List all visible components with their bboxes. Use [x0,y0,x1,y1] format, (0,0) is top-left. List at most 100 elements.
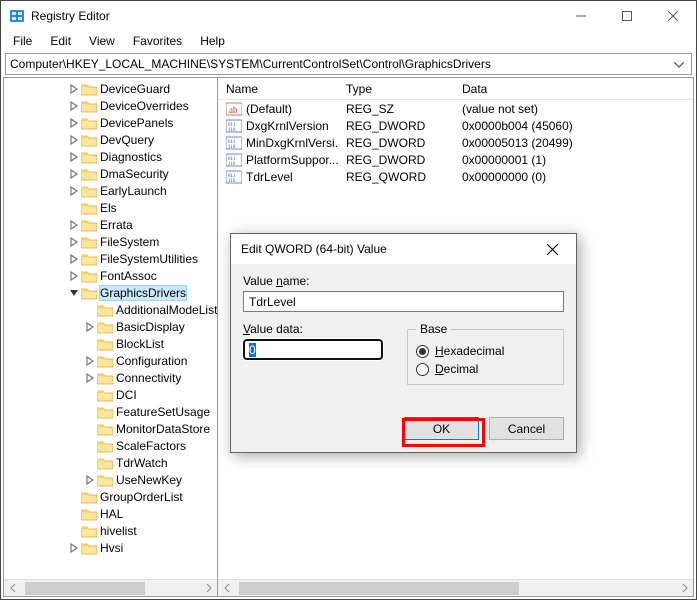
scrollbar-thumb[interactable] [25,582,145,595]
menu-favorites[interactable]: Favorites [125,32,190,50]
folder-icon [81,82,97,96]
menu-view[interactable]: View [81,32,123,50]
tree[interactable]: DeviceGuard DeviceOverridesDevicePanelsDe… [4,78,217,579]
value-name: TdrLevel [246,170,293,184]
chevron-right-icon[interactable] [68,270,80,282]
tree-item[interactable]: Diagnostics [4,148,217,165]
tree-item[interactable]: BasicDisplay [4,318,217,335]
scroll-right-icon[interactable] [200,580,217,597]
tree-item[interactable]: GroupOrderList [4,488,217,505]
tree-item[interactable]: DevQuery [4,131,217,148]
chevron-right-icon[interactable] [84,321,96,333]
radio-decimal[interactable]: Decimal [416,362,555,376]
value-name: (Default) [246,102,292,116]
menu-file[interactable]: File [5,32,40,50]
address-dropdown-icon[interactable] [671,57,687,71]
tree-item[interactable]: FontAssoc [4,267,217,284]
chevron-right-icon[interactable] [84,355,96,367]
chevron-right-icon[interactable] [68,83,80,95]
ok-button[interactable]: OK [404,417,479,440]
chevron-right-icon[interactable] [68,219,80,231]
chevron-down-icon[interactable] [68,287,80,299]
tree-item[interactable]: GraphicsDrivers [4,284,217,301]
col-header-type[interactable]: Type [338,78,454,99]
radio-icon[interactable] [416,345,429,358]
col-header-data[interactable]: Data [454,78,693,99]
folder-icon [81,167,97,181]
scroll-right-icon[interactable] [676,580,693,597]
regedit-icon [9,8,25,24]
chevron-right-icon[interactable] [68,100,80,112]
tree-item[interactable]: Configuration [4,352,217,369]
scrollbar-thumb[interactable] [239,582,519,595]
value-row[interactable]: (Default)REG_SZ(value not set) [218,100,693,117]
tree-item[interactable]: TdrWatch [4,454,217,471]
value-name-input[interactable] [243,291,564,312]
tree-item[interactable]: ScaleFactors [4,437,217,454]
list-horizontal-scrollbar[interactable] [218,579,693,596]
tree-item[interactable]: Errata [4,216,217,233]
folder-icon [81,99,97,113]
value-row[interactable]: DxgKrnlVersionREG_DWORD0x0000b004 (45060… [218,117,693,134]
tree-item[interactable]: EarlyLaunch [4,182,217,199]
tree-item[interactable]: Hvsi [4,539,217,556]
folder-icon [97,354,113,368]
tree-item[interactable]: DeviceOverrides [4,97,217,114]
radio-hexadecimal[interactable]: Hexadecimal [416,344,555,358]
chevron-right-icon[interactable] [84,474,96,486]
minimize-button[interactable] [558,1,604,31]
value-data-input[interactable] [243,339,383,360]
scroll-left-icon[interactable] [4,580,21,597]
menu-help[interactable]: Help [192,32,233,50]
binary-value-icon [226,136,242,150]
tree-item[interactable]: Connectivity [4,369,217,386]
tree-item[interactable]: hivelist [4,522,217,539]
tree-item-label: FileSystemUtilities [100,252,198,266]
value-row[interactable]: MinDxgKrnlVersi...REG_DWORD0x00005013 (2… [218,134,693,151]
chevron-right-icon[interactable] [68,168,80,180]
chevron-right-icon[interactable] [68,185,80,197]
chevron-right-icon[interactable] [68,236,80,248]
value-type: REG_DWORD [338,136,454,150]
scroll-left-icon[interactable] [218,580,235,597]
tree-item[interactable]: MonitorDataStore [4,420,217,437]
tree-item[interactable]: FileSystem [4,233,217,250]
tree-item[interactable]: DCI [4,386,217,403]
tree-item[interactable]: DevicePanels [4,114,217,131]
chevron-right-icon[interactable] [68,151,80,163]
menu-edit[interactable]: Edit [42,32,79,50]
folder-icon [81,235,97,249]
tree-item[interactable]: AdditionalModeLists [4,301,217,318]
chevron-right-icon[interactable] [84,372,96,384]
tree-horizontal-scrollbar[interactable] [4,579,217,596]
chevron-right-icon[interactable] [68,117,80,129]
tree-item[interactable]: DmaSecurity [4,165,217,182]
tree-item-label: DeviceOverrides [100,99,189,113]
folder-icon [81,507,97,521]
tree-item-label: BasicDisplay [116,320,185,334]
tree-item[interactable]: FileSystemUtilities [4,250,217,267]
value-row[interactable]: TdrLevelREG_QWORD0x00000000 (0) [218,168,693,185]
address-bar[interactable]: Computer\HKEY_LOCAL_MACHINE\SYSTEM\Curre… [5,53,692,75]
tree-item[interactable]: DeviceGuard [4,80,217,97]
value-row[interactable]: PlatformSuppor...REG_DWORD0x00000001 (1) [218,151,693,168]
tree-item-label: DmaSecurity [100,167,169,181]
maximize-button[interactable] [604,1,650,31]
tree-item[interactable]: UseNewKey [4,471,217,488]
tree-item[interactable]: HAL [4,505,217,522]
chevron-right-icon[interactable] [68,134,80,146]
tree-item-label: MonitorDataStore [116,422,210,436]
folder-icon [97,422,113,436]
chevron-right-icon[interactable] [68,253,80,265]
cancel-button[interactable]: Cancel [489,417,564,440]
radio-icon[interactable] [416,363,429,376]
address-text[interactable]: Computer\HKEY_LOCAL_MACHINE\SYSTEM\Curre… [10,57,671,71]
tree-item[interactable]: Els [4,199,217,216]
radio-hex-label: Hexadecimal [435,344,504,358]
tree-item[interactable]: FeatureSetUsage [4,403,217,420]
dialog-close-button[interactable] [530,235,574,263]
chevron-right-icon[interactable] [68,542,80,554]
close-button[interactable] [650,1,696,31]
tree-item[interactable]: BlockList [4,335,217,352]
col-header-name[interactable]: Name [218,78,338,99]
